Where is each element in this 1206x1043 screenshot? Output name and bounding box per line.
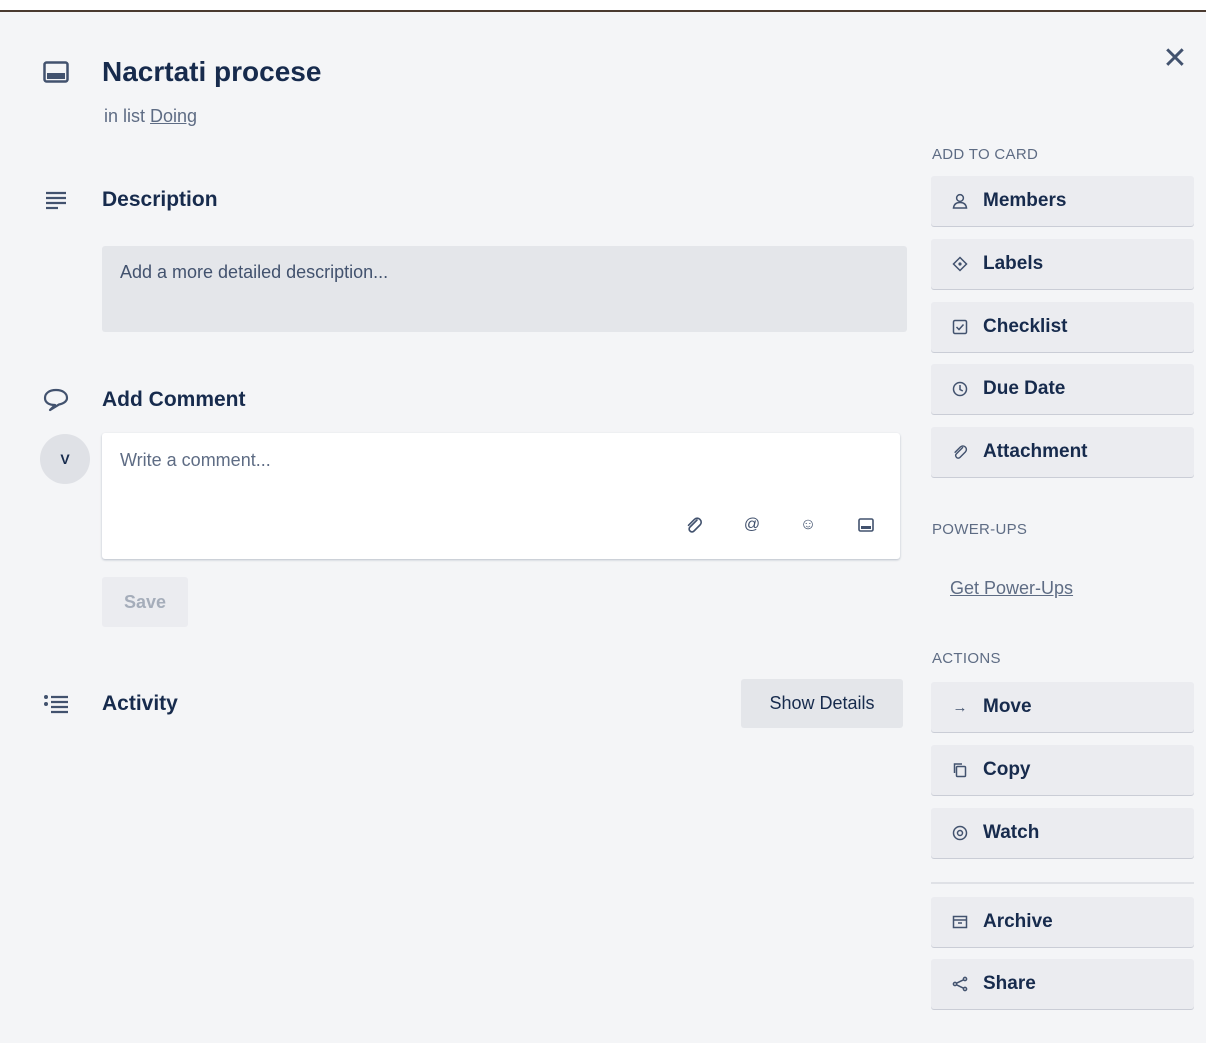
- description-heading: Description: [102, 188, 218, 211]
- move-button[interactable]: → Move: [931, 682, 1194, 732]
- archive-button[interactable]: Archive: [931, 897, 1194, 947]
- description-icon: [38, 182, 74, 218]
- save-button[interactable]: Save: [102, 577, 188, 627]
- watch-button[interactable]: Watch: [931, 808, 1194, 858]
- power-ups-label: POWER-UPS: [932, 521, 1028, 538]
- share-label: Share: [983, 973, 1036, 994]
- arrow-right-icon: →: [952, 698, 968, 716]
- get-power-ups-link[interactable]: Get Power-Ups: [950, 578, 1073, 599]
- due-date-button[interactable]: Due Date: [931, 364, 1194, 414]
- in-list-text: in list Doing: [104, 106, 197, 127]
- labels-button[interactable]: Labels: [931, 239, 1194, 289]
- paperclip-icon[interactable]: [680, 511, 708, 539]
- card-icon[interactable]: [852, 511, 880, 539]
- checklist-icon: [949, 316, 971, 338]
- clock-icon: [949, 378, 971, 400]
- checklist-button[interactable]: Checklist: [931, 302, 1194, 352]
- paperclip-icon: [949, 441, 971, 463]
- emoji-icon[interactable]: ☺: [794, 511, 822, 539]
- top-border: [0, 0, 1206, 12]
- tag-icon: [949, 253, 971, 275]
- watch-label: Watch: [983, 822, 1040, 843]
- in-list-prefix: in list: [104, 106, 146, 126]
- archive-icon: [949, 911, 971, 933]
- description-input[interactable]: Add a more detailed description...: [102, 246, 907, 332]
- due-date-label: Due Date: [983, 378, 1066, 399]
- card-icon: [38, 54, 74, 90]
- comment-input[interactable]: [118, 449, 862, 472]
- actions-label: ACTIONS: [932, 650, 1001, 667]
- close-icon[interactable]: ✕: [1160, 44, 1190, 74]
- at-mention-icon[interactable]: @: [738, 511, 766, 539]
- attachment-label: Attachment: [983, 441, 1088, 462]
- activity-heading: Activity: [102, 692, 178, 715]
- person-icon: [949, 190, 971, 212]
- checklist-label: Checklist: [983, 316, 1068, 337]
- card-title[interactable]: Nacrtati procese: [102, 56, 321, 88]
- archive-label: Archive: [983, 911, 1053, 932]
- avatar[interactable]: V: [40, 434, 90, 484]
- share-icon: [949, 973, 971, 995]
- comment-box: @ ☺: [102, 433, 900, 559]
- copy-label: Copy: [983, 759, 1031, 780]
- add-comment-heading: Add Comment: [102, 388, 246, 411]
- members-button[interactable]: Members: [931, 176, 1194, 226]
- labels-label: Labels: [983, 253, 1044, 274]
- share-button[interactable]: Share: [931, 959, 1194, 1009]
- attachment-button[interactable]: Attachment: [931, 427, 1194, 477]
- move-label: Move: [983, 696, 1032, 717]
- copy-button[interactable]: Copy: [931, 745, 1194, 795]
- list-link[interactable]: Doing: [150, 106, 197, 126]
- members-label: Members: [983, 190, 1067, 211]
- show-details-button[interactable]: Show Details: [741, 679, 903, 728]
- add-to-card-label: ADD TO CARD: [932, 146, 1039, 163]
- comment-icon: [38, 382, 74, 418]
- eye-icon: [949, 822, 971, 844]
- divider: [931, 882, 1194, 884]
- card-detail-modal: ✕ Nacrtati procese in list Doing Descrip…: [8, 12, 1206, 1043]
- copy-icon: [949, 759, 971, 781]
- activity-icon: [38, 686, 74, 722]
